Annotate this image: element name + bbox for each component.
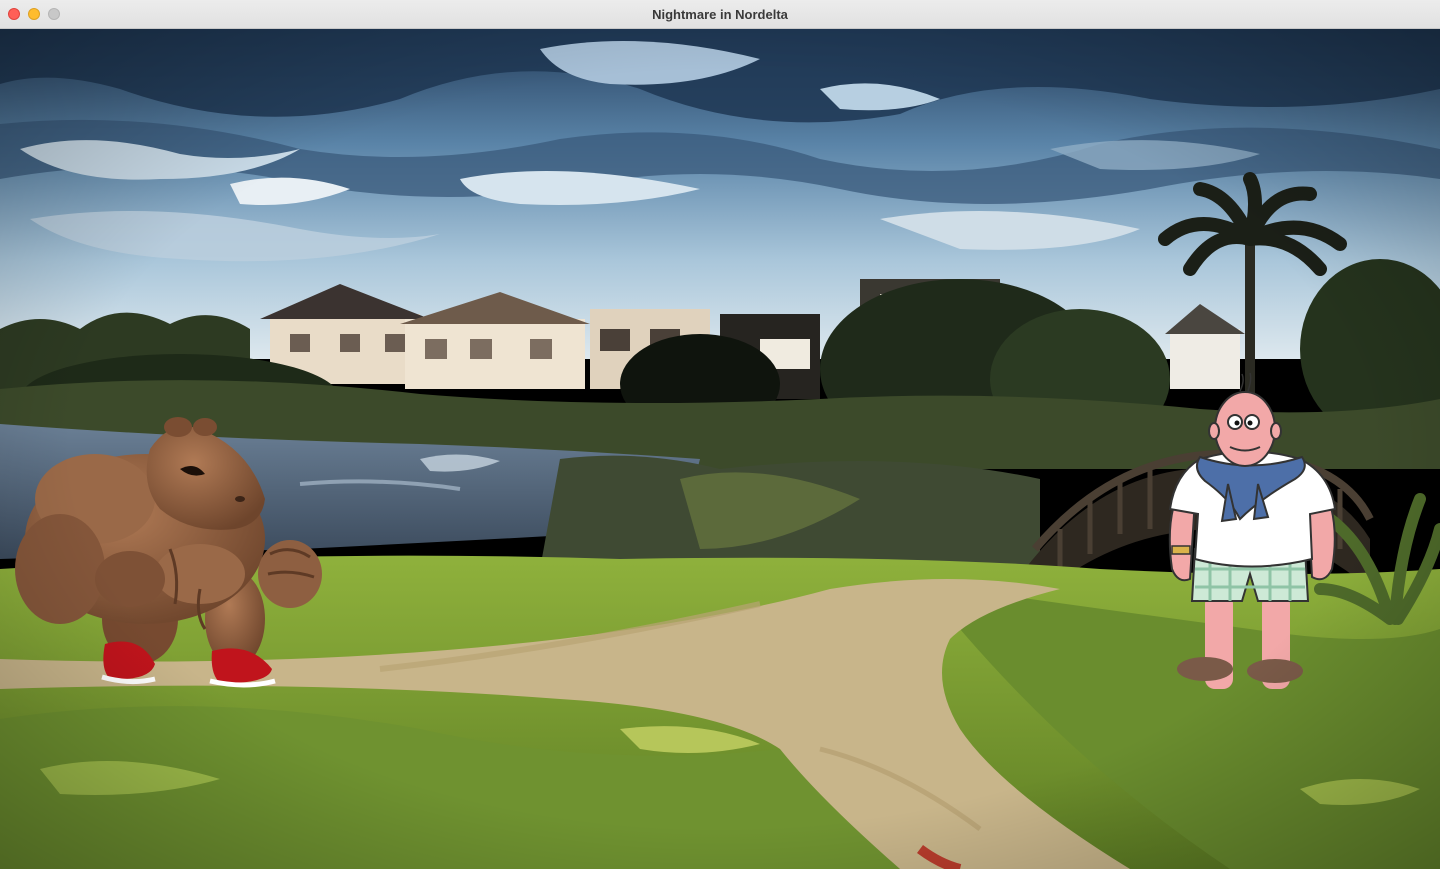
screen-vignette (0, 29, 1440, 869)
title-bar: Nightmare in Nordelta (0, 0, 1440, 29)
game-viewport[interactable] (0, 29, 1440, 869)
game-window: Nightmare in Nordelta (0, 0, 1440, 869)
window-title: Nightmare in Nordelta (652, 7, 788, 22)
